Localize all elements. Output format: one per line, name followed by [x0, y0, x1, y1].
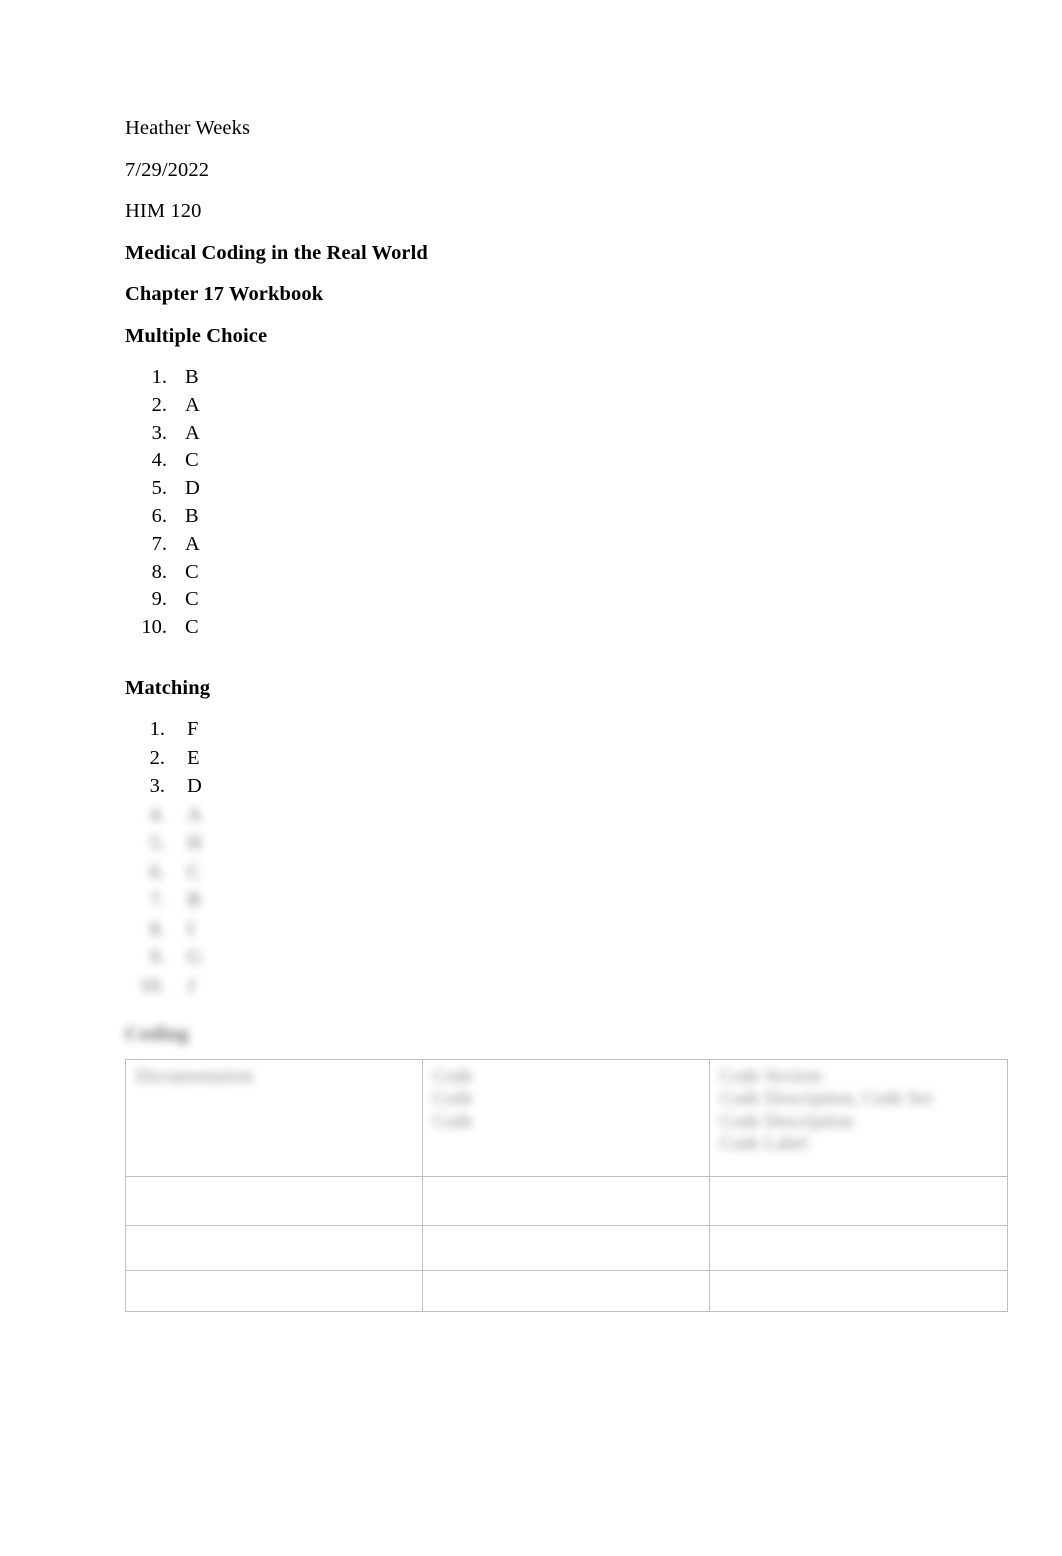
list-item: 1. F	[125, 719, 955, 748]
cell-line: Code Label	[720, 1133, 809, 1155]
list-item-number: 2.	[149, 746, 165, 769]
table-cell	[709, 1175, 1008, 1226]
list-item-number: 9.	[149, 946, 165, 969]
list-item: 7. B	[125, 890, 955, 919]
document-body: Heather Weeks 7/29/2022 HIM 120 Medical …	[125, 117, 1008, 1312]
list-item-answer: D	[185, 477, 200, 500]
list-item-answer: H	[187, 832, 202, 855]
list-item: 10. J	[125, 976, 955, 1005]
list-item-number: 4.	[151, 449, 167, 472]
list-item-answer: C	[185, 588, 199, 611]
list-item-answer: E	[187, 746, 200, 769]
section-heading-coding: Coding	[125, 1023, 189, 1046]
list-item-answer: B	[185, 504, 199, 527]
cell-line: Documentation	[136, 1065, 254, 1087]
table-cell	[709, 1224, 1008, 1271]
list-item-answer: C	[185, 616, 199, 639]
list-item-number: 5.	[149, 832, 165, 855]
table-cell-code: Code Code Code	[422, 1058, 710, 1177]
course-line: HIM 120	[125, 200, 202, 222]
list-item-number: 9.	[151, 588, 167, 611]
table-cell	[125, 1175, 423, 1226]
table-cell	[422, 1269, 710, 1312]
table-cell	[709, 1269, 1008, 1312]
author-line: Heather Weeks	[125, 117, 251, 139]
list-item-answer: B	[185, 366, 199, 388]
list-item-answer: C	[185, 449, 199, 472]
cell-line: Code	[433, 1110, 474, 1132]
list-item-answer: A	[185, 421, 200, 444]
list-item-answer: F	[187, 718, 199, 741]
document-title: Medical Coding in the Real World	[125, 241, 428, 264]
list-item: 3. D	[125, 776, 955, 805]
list-item-answer: C	[185, 560, 199, 583]
list-item-number: 3.	[149, 775, 165, 798]
list-item-number: 8.	[149, 917, 165, 940]
cell-line: Code	[433, 1065, 474, 1087]
table-cell	[422, 1224, 710, 1271]
list-item: 7. A	[125, 534, 955, 562]
list-item: 9. G	[125, 947, 955, 976]
list-item: 3. A	[125, 423, 955, 451]
list-item-number: 1.	[149, 718, 165, 741]
section-heading-matching: Matching	[125, 676, 211, 699]
list-item: 8. I	[125, 919, 955, 948]
list-item-answer: A	[187, 803, 202, 826]
list-item: 5. H	[125, 833, 955, 862]
multiple-choice-list: 1. B 2. A 3. A 4. C 5. D 6. B 7. A 8. C 9. C 10. C	[125, 367, 955, 645]
list-item: 4. A	[125, 805, 955, 834]
cell-line: Code Description	[720, 1110, 854, 1132]
list-item: 1. B	[125, 367, 955, 395]
list-item-number: 10.	[141, 616, 167, 639]
list-item: 5. D	[125, 478, 955, 506]
table-cell	[125, 1269, 423, 1312]
list-item-number: 5.	[151, 477, 167, 500]
list-item: 8. C	[125, 562, 955, 590]
list-item: 6. C	[125, 862, 955, 891]
list-item-number: 6.	[149, 860, 165, 883]
list-item-answer: J	[187, 974, 195, 997]
list-item-number: 4.	[149, 803, 165, 826]
list-item-number: 3.	[151, 421, 167, 444]
list-item: 2. E	[125, 748, 955, 777]
table-cell-code-section: Code Section Code Description, Code Set …	[709, 1058, 1008, 1177]
list-item-number: 7.	[149, 889, 165, 912]
list-item-answer: B	[187, 889, 201, 912]
list-item: 2. A	[125, 395, 955, 423]
matching-list: 1. F 2. E 3. D 4. A 5. H 6. C 7. B 8. I 9. G 10. J	[125, 719, 955, 1004]
table-row	[125, 1224, 1008, 1271]
list-item-number: 8.	[151, 560, 167, 583]
list-item: 9. C	[125, 589, 955, 617]
list-item-number: 10.	[139, 974, 165, 997]
list-item-number: 7.	[151, 532, 167, 555]
list-item-answer: A	[185, 532, 200, 555]
date-line: 7/29/2022	[125, 158, 210, 181]
list-item-answer: G	[187, 946, 202, 969]
table-row	[125, 1175, 1008, 1226]
list-item-number: 1.	[151, 366, 167, 388]
list-item-number: 6.	[151, 504, 167, 527]
list-item-answer: D	[187, 775, 202, 798]
document-subtitle: Chapter 17 Workbook	[125, 283, 324, 305]
table-row	[125, 1269, 1008, 1312]
list-item-answer: I	[187, 917, 194, 940]
cell-line: Code	[433, 1088, 474, 1110]
section-heading-multiple-choice: Multiple Choice	[125, 324, 268, 347]
list-item-answer: A	[185, 393, 200, 416]
list-item: 4. C	[125, 450, 955, 478]
list-item-number: 2.	[151, 393, 167, 416]
cell-line: Code Section	[720, 1065, 822, 1087]
table-row: Documentation Code Code Code Code Sectio…	[125, 1058, 1008, 1177]
table-cell	[422, 1175, 710, 1226]
cell-line: Code Description, Code Set	[720, 1088, 933, 1110]
document-page: Heather Weeks 7/29/2022 HIM 120 Medical …	[0, 0, 1062, 1556]
list-item: 6. B	[125, 506, 955, 534]
table-cell	[125, 1224, 423, 1271]
table-cell-documentation: Documentation	[125, 1058, 423, 1177]
list-item-answer: C	[187, 860, 201, 883]
coding-table: Documentation Code Code Code Code Sectio…	[125, 1058, 1008, 1312]
list-item: 10. C	[125, 617, 955, 645]
